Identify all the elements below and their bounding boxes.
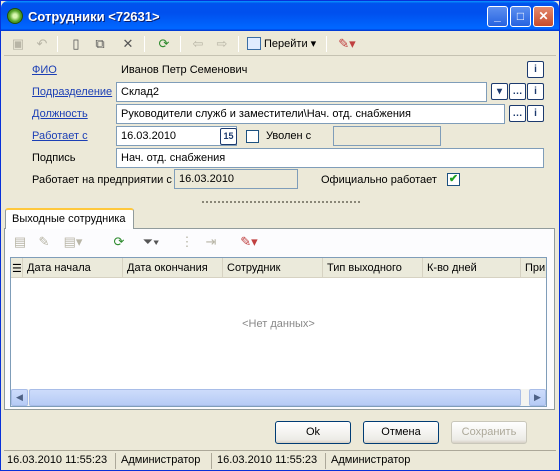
scroll-left-icon[interactable]: ◀ [11,389,28,406]
grid-header: ☰ Дата начала Дата окончания Сотрудник Т… [11,258,546,278]
filter-icon[interactable]: ⏷▾ [135,232,167,252]
toolbar: ▣ ↶ ▯ ⧉ ✕ ⟳ ⇦ ⇨ Перейти ▾ ✎▾ [4,32,556,56]
select-ellipsis-button[interactable]: … [509,83,526,100]
refresh-icon[interactable]: ⟳ [154,34,174,54]
employee-window: Сотрудники <72631> _ □ ✕ ▣ ↶ ▯ ⧉ ✕ ⟳ ⇦ ⇨… [0,0,560,471]
info-icon[interactable]: i [527,83,544,100]
position-label[interactable]: Должность [32,108,88,120]
works-at-company-field: 16.03.2010 [174,169,298,189]
modified-by: Администратор [331,454,411,466]
toolbar-separator [238,36,239,52]
select-ellipsis-button[interactable]: … [509,105,526,122]
delete-row-icon[interactable]: ▤▾ [58,232,88,252]
info-icon[interactable]: i [527,61,544,78]
scroll-right-icon[interactable]: ▶ [529,389,546,406]
go-menu-button[interactable]: Перейти ▾ [244,34,316,54]
save-button[interactable]: Сохранить [451,421,527,444]
official-checkbox[interactable]: ✔ [447,173,460,186]
cancel-button[interactable]: Отмена [363,421,439,444]
created-by: Администратор [118,453,212,469]
fired-date-field [333,126,441,146]
minimize-button[interactable]: _ [487,6,508,27]
maximize-button[interactable]: □ [510,6,531,27]
refresh-icon[interactable]: ⟳ [109,232,129,252]
calendar-icon[interactable]: 15 [220,128,237,145]
status-bar: 16.03.2010 11:55:23 Администратор 16.03.… [4,450,556,469]
column-header[interactable]: Дата начала [23,258,123,278]
actions-menu-icon[interactable]: ✎▾ [235,232,263,252]
tree-icon[interactable]: ⋮ [177,232,197,252]
toolbar-separator [180,36,181,52]
close-window-button[interactable]: ✕ [533,6,554,27]
actions-menu-icon[interactable]: ✎▾ [334,34,360,54]
toolbar-separator [144,36,145,52]
horizontal-scrollbar[interactable]: ◀ ▶ [11,389,546,406]
fired-checkbox[interactable] [246,130,259,143]
column-header[interactable]: Дата окончания [123,258,223,278]
info-icon[interactable]: i [527,105,544,122]
splitter-handle[interactable] [201,200,361,205]
column-header[interactable]: При [521,258,546,278]
fio-field: Иванов Петр Семенович [116,60,522,80]
works-at-company-label: Работает на предприятии с [32,174,172,186]
fired-label: Уволен с [266,130,312,142]
ok-button[interactable]: Ok [275,421,351,444]
modified-at: 16.03.2010 11:55:23 [214,453,326,469]
dropdown-arrow-icon: ▾ [310,38,317,50]
undo-icon[interactable]: ↶ [32,34,52,54]
toolbar-separator [326,36,327,52]
delete-icon[interactable]: ✕ [118,34,138,54]
column-header[interactable]: Тип выходного [323,258,423,278]
column-header[interactable]: Сотрудник [223,258,323,278]
dept-label[interactable]: Подразделение [32,86,112,98]
empty-grid-message: <Нет данных> [242,318,315,330]
toolbar-separator [57,36,58,52]
fio-label[interactable]: ФИО [32,64,57,76]
add-row-icon[interactable]: ▤ [10,232,30,252]
tab-employee-days-off[interactable]: Выходные сотрудника [5,208,134,229]
forward-arrow-icon[interactable]: ⇨ [212,34,232,54]
days-off-grid: ☰ Дата начала Дата окончания Сотрудник Т… [10,257,547,407]
dept-field[interactable]: Склад2 [116,82,487,102]
column-header[interactable]: К-во дней [423,258,521,278]
official-label: Официально работает [321,174,437,186]
back-arrow-icon[interactable]: ⇦ [188,34,208,54]
window-title: Сотрудники <72631> [28,9,160,24]
works-from-date-field[interactable]: 16.03.2010 [116,126,237,146]
app-icon [7,8,23,24]
position-field[interactable]: Руководители служб и заместители\Нач. от… [116,104,505,124]
export-icon[interactable]: ⇥ [201,232,221,252]
title-bar[interactable]: Сотрудники <72631> _ □ ✕ [1,1,559,31]
works-from-label[interactable]: Работает с [32,130,88,142]
dropdown-arrow-icon[interactable]: ▾ [491,83,508,100]
go-icon [247,37,261,50]
copy-icon[interactable]: ⧉ [90,34,110,54]
edit-row-icon[interactable]: ✎ [34,232,54,252]
save-icon[interactable]: ▣ [8,34,28,54]
column-chooser-icon[interactable]: ☰ [11,258,23,278]
created-at: 16.03.2010 11:55:23 [4,453,116,469]
go-label: Перейти [264,38,308,50]
signature-label: Подпись [32,152,76,164]
scroll-thumb[interactable] [29,389,521,406]
new-document-icon[interactable]: ▯ [66,34,86,54]
signature-field[interactable]: Нач. отд. снабжения [116,148,544,168]
